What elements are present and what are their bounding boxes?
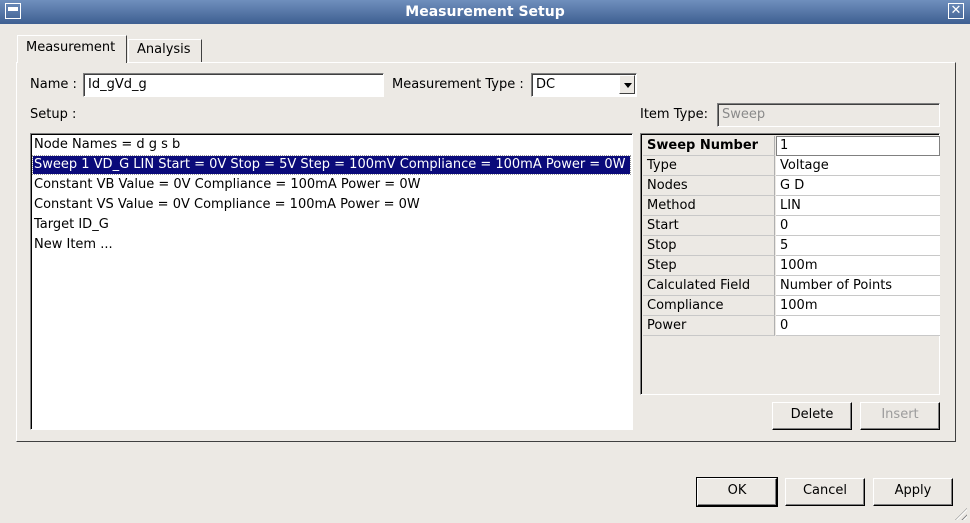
- property-row[interactable]: Step 100m: [643, 256, 940, 276]
- property-key: Calculated Field: [643, 276, 775, 296]
- setup-list[interactable]: Node Names = d g s b Sweep 1 VD_G LIN St…: [30, 133, 633, 430]
- close-icon[interactable]: ✕: [948, 3, 964, 19]
- insert-button[interactable]: Insert: [860, 402, 940, 430]
- list-item[interactable]: New Item ...: [33, 236, 113, 254]
- list-item[interactable]: Sweep 1 VD_G LIN Start = 0V Stop = 5V St…: [32, 155, 631, 175]
- measurement-type-select[interactable]: DC: [531, 73, 637, 97]
- property-value[interactable]: 100m: [776, 296, 940, 316]
- property-value[interactable]: LIN: [776, 196, 940, 216]
- tab-measurement-label: Measurement: [26, 40, 116, 55]
- property-key: Start: [643, 216, 775, 236]
- property-row[interactable]: Nodes G D: [643, 176, 940, 196]
- property-value[interactable]: 100m: [776, 256, 940, 276]
- property-value[interactable]: 0: [776, 216, 940, 236]
- list-item[interactable]: Target ID_G: [33, 216, 109, 234]
- property-value[interactable]: G D: [776, 176, 940, 196]
- property-row[interactable]: Start 0: [643, 216, 940, 236]
- measurement-type-label: Measurement Type :: [392, 77, 524, 92]
- property-value[interactable]: 5: [776, 236, 940, 256]
- property-key: Type: [643, 156, 775, 176]
- property-key: Method: [643, 196, 775, 216]
- name-label: Name :: [30, 77, 77, 92]
- property-value[interactable]: Number of Points: [776, 276, 940, 296]
- tab-analysis-label: Analysis: [137, 42, 191, 57]
- properties-table: Sweep Number 1 Type Voltage Nodes G D Me…: [640, 133, 940, 395]
- property-row[interactable]: Stop 5: [643, 236, 940, 256]
- property-value[interactable]: Voltage: [776, 156, 940, 176]
- list-item[interactable]: Constant VB Value = 0V Compliance = 100m…: [33, 176, 420, 194]
- property-key: Sweep Number: [643, 136, 775, 156]
- property-row[interactable]: Calculated Field Number of Points: [643, 276, 940, 296]
- ok-button[interactable]: OK: [696, 477, 778, 507]
- item-type-label: Item Type:: [640, 107, 708, 122]
- property-key: Compliance: [643, 296, 775, 316]
- property-key: Stop: [643, 236, 775, 256]
- property-row[interactable]: Sweep Number 1: [643, 136, 940, 156]
- tab-analysis[interactable]: Analysis: [128, 39, 202, 63]
- list-item[interactable]: Node Names = d g s b: [33, 136, 180, 154]
- property-key: Step: [643, 256, 775, 276]
- item-type-field: Sweep: [717, 103, 940, 127]
- measurement-type-value: DC: [536, 77, 556, 92]
- property-row[interactable]: Power 0: [643, 316, 940, 336]
- property-value[interactable]: 0: [776, 316, 940, 336]
- apply-button[interactable]: Apply: [873, 478, 953, 506]
- delete-button[interactable]: Delete: [772, 402, 852, 430]
- property-row[interactable]: Type Voltage: [643, 156, 940, 176]
- name-input[interactable]: Id_gVd_g: [83, 73, 384, 97]
- setup-label: Setup :: [30, 107, 77, 122]
- chevron-down-icon[interactable]: [619, 75, 635, 94]
- cancel-button[interactable]: Cancel: [785, 478, 865, 506]
- window-title: Measurement Setup: [405, 4, 565, 20]
- property-value[interactable]: 1: [776, 136, 940, 156]
- resize-grip-icon[interactable]: [955, 508, 967, 520]
- property-row[interactable]: Method LIN: [643, 196, 940, 216]
- property-key: Nodes: [643, 176, 775, 196]
- property-row[interactable]: Compliance 100m: [643, 296, 940, 316]
- property-key: Power: [643, 316, 775, 336]
- list-item[interactable]: Constant VS Value = 0V Compliance = 100m…: [33, 196, 420, 214]
- tab-measurement[interactable]: Measurement: [17, 35, 127, 63]
- title-bar: Measurement Setup ✕: [0, 0, 970, 24]
